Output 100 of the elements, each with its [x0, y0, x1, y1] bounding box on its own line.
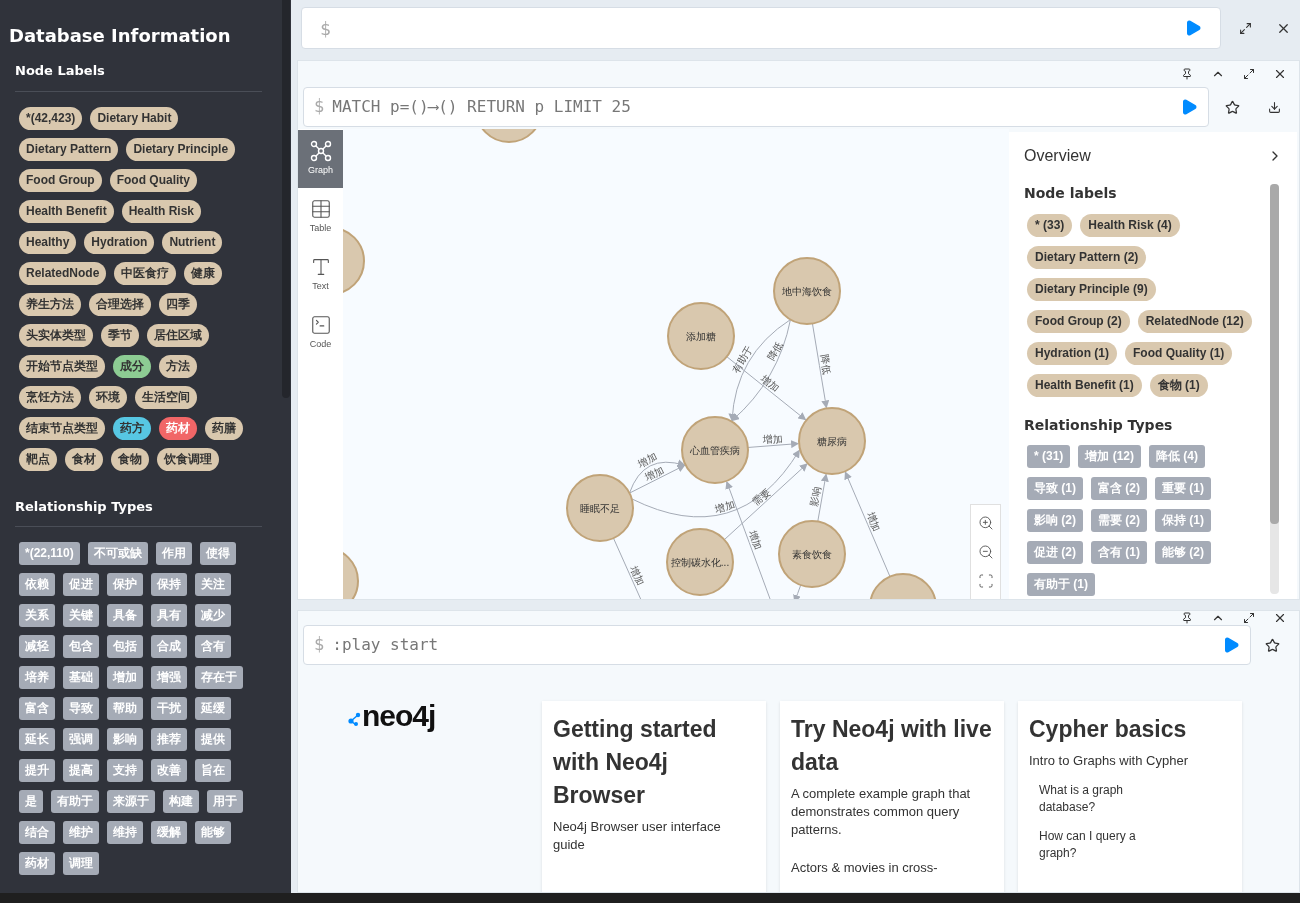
relationship-tag[interactable]: 提高 [63, 759, 99, 782]
relationship-tag[interactable]: 增加 [107, 666, 143, 689]
relationship-tag[interactable]: 用于 [207, 790, 243, 813]
relationship-tag[interactable]: 推荐 [151, 728, 187, 751]
relationship-tag[interactable]: 基础 [63, 666, 99, 689]
relationship-tag[interactable]: 富含 [19, 697, 55, 720]
relationship-tag[interactable]: 包含 [63, 635, 99, 658]
relationship-tag[interactable]: 有助于 [51, 790, 99, 813]
node-label-tag[interactable]: 食物 (1) [1149, 374, 1208, 397]
relationship-tag[interactable]: 维护 [63, 821, 99, 844]
node-label-tag[interactable]: 居住区域 [147, 323, 209, 347]
node-label-tag[interactable]: Dietary Principle [126, 137, 236, 161]
node-label-tag[interactable]: * (33) [1027, 214, 1073, 237]
relationship-tag[interactable]: 作用 [155, 542, 192, 565]
node-label-tag[interactable]: Dietary Pattern [19, 137, 119, 161]
relationship-tag[interactable]: 提升 [19, 759, 55, 782]
node-label-tag[interactable]: 饮食调理 [157, 447, 219, 471]
query-editor[interactable]: $ :play start [303, 625, 1251, 665]
view-tab[interactable]: Graph [298, 130, 343, 188]
relationship-tag[interactable]: 减轻 [19, 635, 55, 658]
guide-link[interactable]: How can I query a graph? [1029, 828, 1231, 862]
node-label-tag[interactable]: Dietary Principle (9) [1027, 278, 1156, 301]
relationship-tag[interactable]: 不可或缺 [87, 542, 148, 565]
node-label-tag[interactable]: 健康 [184, 261, 223, 285]
node-label-tag[interactable]: Food Group (2) [1027, 310, 1130, 333]
node-label-tag[interactable]: Health Risk (4) [1080, 214, 1180, 237]
node-label-tag[interactable]: 药材 [159, 416, 197, 440]
relationship-tag[interactable]: 需要 (2) [1091, 509, 1147, 532]
node-label-tag[interactable]: Healthy [19, 230, 77, 254]
node-label-tag[interactable]: 开始节点类型 [19, 354, 105, 378]
relationship-tag[interactable]: 支持 [107, 759, 143, 782]
relationship-tag[interactable]: 关系 [19, 604, 55, 627]
relationship-tag[interactable]: 能够 [195, 821, 231, 844]
relationship-tag[interactable]: 关键 [63, 604, 99, 627]
relationship-tag[interactable]: 有助于 (1) [1027, 573, 1095, 596]
node-label-tag[interactable]: Dietary Habit [90, 106, 179, 130]
node-label-tag[interactable]: Food Group [19, 168, 102, 192]
node-label-tag[interactable]: Food Quality (1) [1125, 342, 1233, 365]
node-label-tag[interactable]: Hydration [84, 230, 155, 254]
relationship-tag[interactable]: 含有 (1) [1091, 541, 1147, 564]
relationship-tag[interactable]: 具备 [107, 604, 143, 627]
node-label-tag[interactable]: *(42,423) [19, 106, 83, 130]
node-label-tag[interactable]: 环境 [89, 385, 127, 409]
relationship-tag[interactable]: 是 [19, 790, 43, 813]
node-label-tag[interactable]: 结束节点类型 [19, 416, 105, 440]
relationship-tag[interactable]: 依赖 [19, 573, 55, 596]
relationship-tag[interactable]: 促进 [63, 573, 99, 596]
relationship-tag[interactable]: 构建 [163, 790, 199, 813]
relationship-tag[interactable]: 旨在 [195, 759, 231, 782]
relationship-tag[interactable]: * (31) [1027, 445, 1071, 468]
relationship-tag[interactable]: 富含 (2) [1091, 477, 1147, 500]
relationship-tag[interactable]: 影响 (2) [1027, 509, 1083, 532]
relationship-tag[interactable]: 促进 (2) [1027, 541, 1083, 564]
relationship-tag[interactable]: 降低 (4) [1149, 445, 1206, 468]
node-label-tag[interactable]: 烹饪方法 [19, 385, 81, 409]
node-label-tag[interactable]: 四季 [159, 292, 197, 316]
guide-card[interactable]: Getting started with Neo4j Browser Neo4j Browser user interface guide [542, 701, 766, 892]
node-label-tag[interactable]: 中医食疗 [114, 261, 177, 285]
relationship-tag[interactable]: 减少 [195, 604, 231, 627]
relationship-tag[interactable]: 关注 [195, 573, 231, 596]
relationship-tag[interactable]: 使得 [199, 542, 236, 565]
relationship-tag[interactable]: 重要 (1) [1155, 477, 1211, 500]
query-editor[interactable]: $ [301, 7, 1221, 49]
node-label-tag[interactable]: 药方 [113, 416, 151, 440]
node-label-tag[interactable]: Nutrient [162, 230, 223, 254]
relationship-tag[interactable]: 强调 [63, 728, 99, 751]
relationship-tag[interactable]: 影响 [107, 728, 143, 751]
relationship-tag[interactable]: 延长 [19, 728, 55, 751]
relationship-tag[interactable]: 药材 [19, 852, 55, 875]
relationship-tag[interactable]: 含有 [195, 635, 231, 658]
relationship-tag[interactable]: 改善 [151, 759, 187, 782]
node-label-tag[interactable]: Health Benefit (1) [1027, 374, 1142, 397]
relationship-tag[interactable]: 结合 [19, 821, 55, 844]
relationship-tag[interactable]: 维持 [107, 821, 143, 844]
relationship-tag[interactable]: 能够 (2) [1155, 541, 1211, 564]
relationship-tag[interactable]: 缓解 [151, 821, 187, 844]
node-label-tag[interactable]: 生活空间 [135, 385, 197, 409]
relationship-tag[interactable]: 提供 [195, 728, 231, 751]
relationship-tag[interactable]: 调理 [63, 852, 99, 875]
relationship-tag[interactable]: 具有 [151, 604, 187, 627]
guide-card[interactable]: Try Neo4j with live data A complete example graph that demonstrates common query patterns. Actors & movies in cross- [780, 701, 1004, 892]
relationship-tag[interactable]: 培养 [19, 666, 55, 689]
relationship-tag[interactable]: 保持 [151, 573, 187, 596]
relationship-tag[interactable]: 来源于 [107, 790, 155, 813]
relationship-tag[interactable]: 合成 [151, 635, 187, 658]
node-label-tag[interactable]: Hydration (1) [1027, 342, 1117, 365]
node-label-tag[interactable]: RelatedNode (12) [1137, 310, 1252, 333]
relationship-tag[interactable]: 延缓 [195, 697, 231, 720]
node-label-tag[interactable]: 药膳 [205, 416, 243, 440]
relationship-tag[interactable]: 干扰 [151, 697, 187, 720]
node-label-tag[interactable]: 头实体类型 [19, 323, 93, 347]
node-label-tag[interactable]: Health Benefit [19, 199, 114, 223]
relationship-tag[interactable]: 帮助 [107, 697, 143, 720]
node-label-tag[interactable]: Dietary Pattern (2) [1027, 246, 1147, 269]
relationship-tag[interactable]: 增加 (12) [1078, 445, 1142, 468]
node-label-tag[interactable]: Health Risk [121, 199, 202, 223]
guide-card[interactable]: Cypher basics Intro to Graphs with Cypher What is a graph database? How can I query a graph? [1018, 701, 1242, 892]
node-label-tag[interactable]: 成分 [113, 354, 151, 378]
node-label-tag[interactable]: 食物 [111, 447, 149, 471]
node-label-tag[interactable]: 方法 [159, 354, 197, 378]
